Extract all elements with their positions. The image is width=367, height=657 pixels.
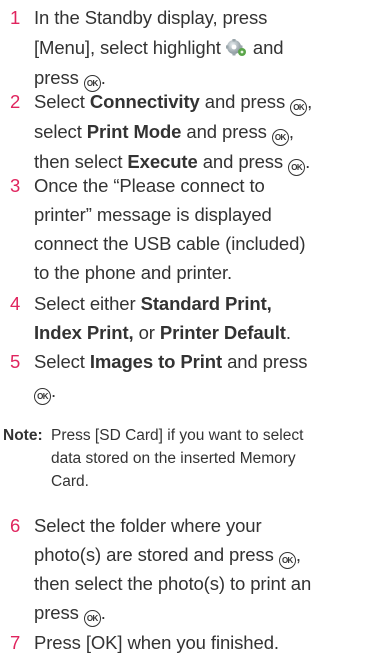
manual-page: 1 In the Standby display, press [Menu], …: [0, 0, 367, 657]
note-text-line: Card.: [51, 473, 89, 490]
step-text: press: [34, 67, 79, 88]
note-label: Note:: [3, 427, 43, 444]
step-text: press: [34, 602, 79, 623]
step-number: 4: [10, 293, 21, 314]
step-text: and press: [202, 151, 284, 172]
step-text-line: printer” message is displayed: [34, 204, 272, 225]
ok-button-icon: OK: [83, 610, 101, 627]
step-text: Select either: [34, 293, 136, 314]
ok-button-icon: OK: [34, 388, 51, 405]
step-text-line: press OK.: [34, 601, 106, 627]
step-text-line: OK.: [34, 379, 56, 405]
step-text-line: connect the USB cable (included): [34, 233, 306, 254]
step-text-line: then select the photo(s) to print an: [34, 573, 312, 594]
step-text: ,: [295, 544, 301, 565]
step-text: ,: [288, 121, 294, 142]
step-text-line: press OK.: [34, 66, 106, 92]
ok-button-icon: OK: [290, 99, 308, 116]
step-text: .: [51, 380, 57, 401]
step-text-line: photo(s) are stored and press OK,: [34, 543, 301, 569]
step-number: 3: [10, 175, 21, 196]
step-text: and press: [186, 121, 267, 142]
menu-option-execute: Execute: [127, 151, 198, 172]
step-text: or: [138, 322, 155, 343]
menu-option-images-to-print: Images to Print: [89, 351, 223, 372]
step-text: photo(s) are stored and press: [34, 544, 274, 565]
menu-option-connectivity: Connectivity: [89, 91, 200, 112]
step-text: Select: [34, 351, 85, 372]
step-text-line: select Print Mode and press OK,: [34, 120, 294, 146]
note-text-line: Press [SD Card] if you want to select: [51, 427, 304, 444]
step-text: .: [305, 151, 311, 172]
step-number: 2: [10, 91, 21, 112]
step-text-line: Once the “Please connect to: [34, 175, 265, 196]
step-text: .: [285, 322, 291, 343]
step-text: and press: [204, 91, 286, 112]
step-text: .: [100, 67, 106, 88]
step-text: .: [100, 602, 106, 623]
ok-button-icon: OK: [271, 129, 289, 146]
step-text-line: to the phone and printer.: [34, 262, 233, 283]
step-text-line: In the Standby display, press: [34, 7, 268, 28]
step-text-line: Select Connectivity and press OK,: [34, 90, 312, 116]
step-text-line: then select Execute and press OK.: [34, 150, 310, 176]
step-text-line: Press [OK] when you finished.: [34, 632, 279, 653]
step-text: [Menu], select highlight: [34, 37, 221, 58]
step-text-line: Select Images to Print and press: [34, 350, 308, 374]
menu-option-index-print: Index Print,: [34, 322, 134, 343]
step-number: 5: [10, 351, 21, 372]
step-number: 6: [10, 515, 21, 536]
menu-option-standard-print: Standard Print,: [140, 293, 272, 314]
settings-gear-icon: [225, 39, 246, 56]
note-text-line: data stored on the inserted Memory: [51, 450, 296, 467]
ok-button-icon: OK: [278, 552, 296, 569]
menu-option-print-mode: Print Mode: [86, 121, 182, 142]
step-text-line: [Menu], select highlight and: [34, 36, 284, 60]
ok-button-icon: OK: [288, 159, 306, 176]
step-text-line: Select either Standard Print,: [34, 292, 272, 316]
step-text-line: Select the folder where your: [34, 515, 262, 536]
step-text: and press: [227, 351, 308, 372]
step-text: and: [252, 37, 284, 58]
step-number: 7: [10, 632, 21, 653]
step-text: ,: [307, 91, 313, 112]
menu-option-printer-default: Printer Default: [159, 322, 286, 343]
step-text: then select: [34, 151, 123, 172]
step-text: Select: [34, 91, 85, 112]
step-text-line: Index Print, or Printer Default.: [34, 321, 291, 345]
step-number: 1: [10, 7, 21, 28]
step-text: select: [34, 121, 82, 142]
